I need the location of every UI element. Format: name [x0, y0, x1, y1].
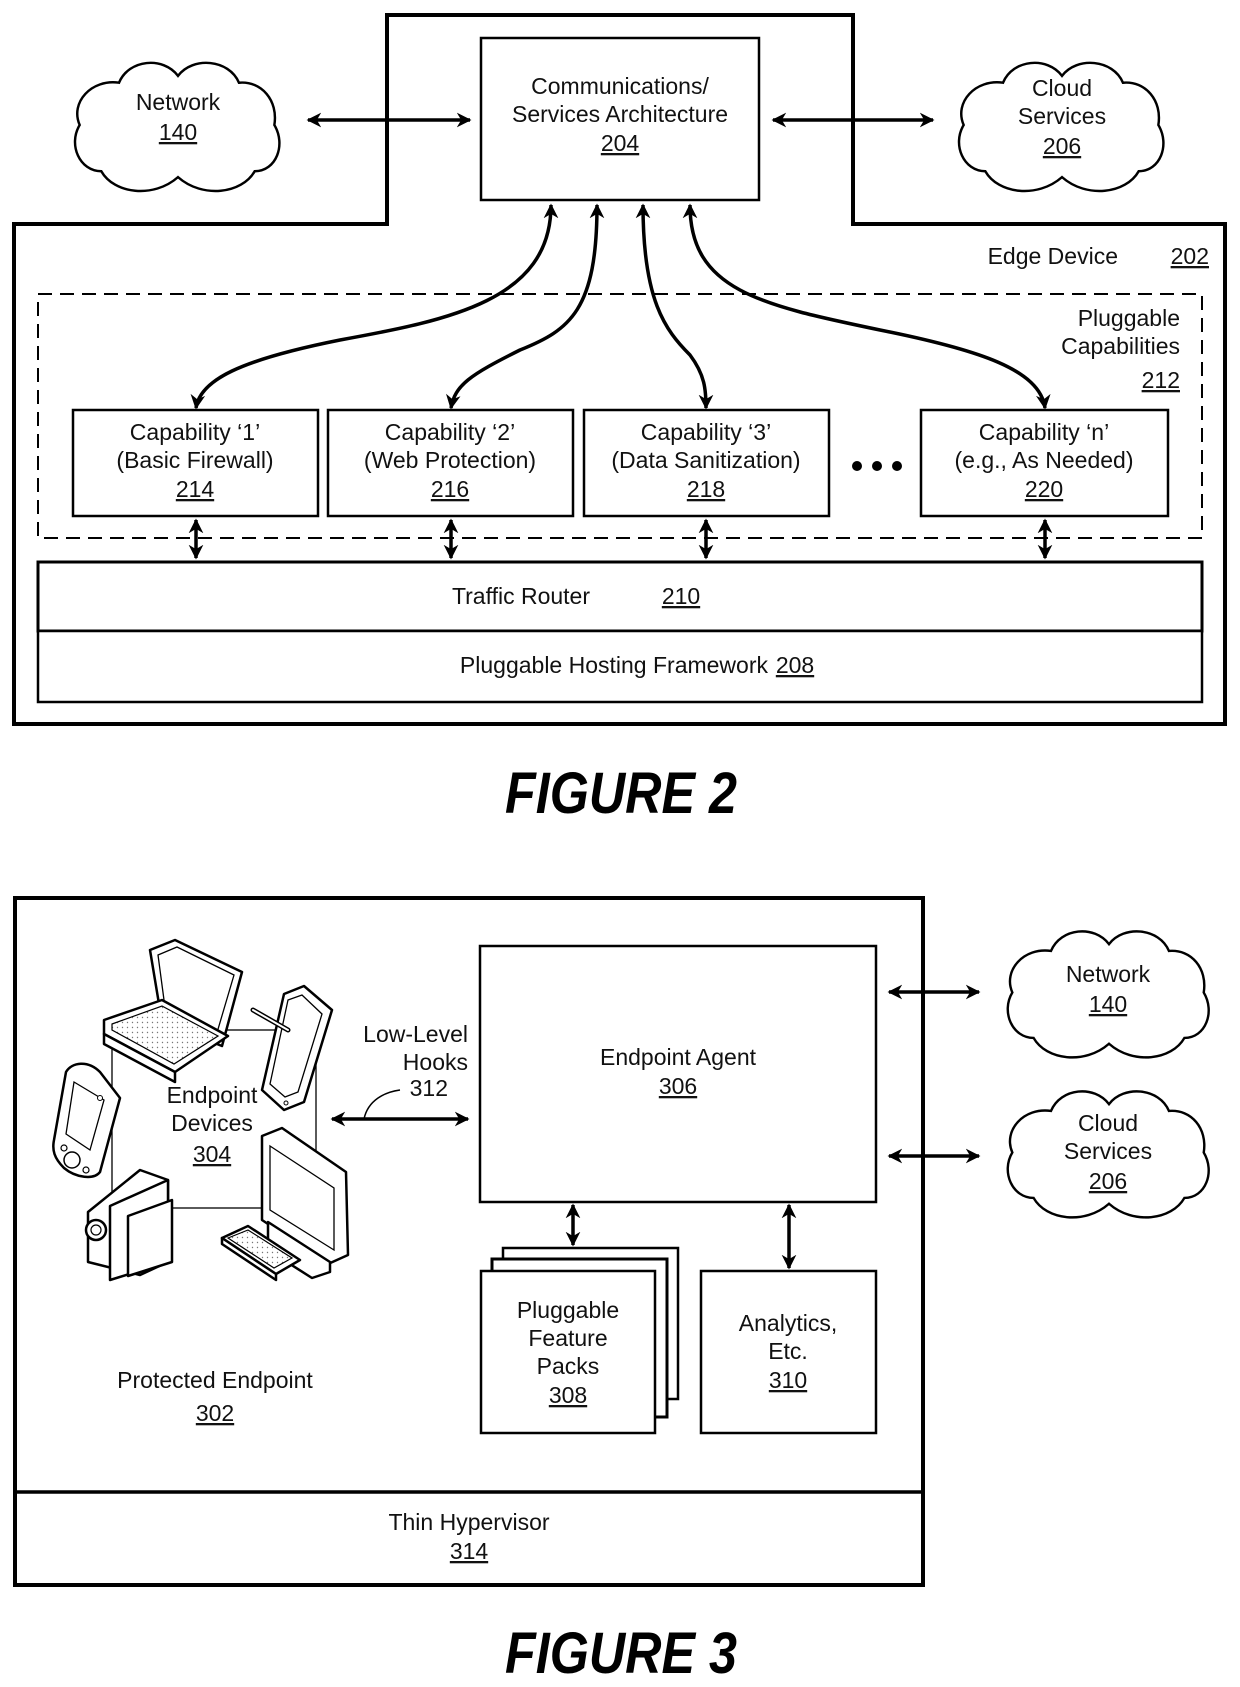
comm-cap3-arrow [635, 203, 714, 410]
comm-capn-arrow [682, 203, 1051, 410]
thin-hypervisor-label: Thin Hypervisor [388, 1509, 549, 1535]
comm-arch-ref: 204 [601, 130, 640, 156]
traffic-router-box: Traffic Router 210 [36, 560, 1204, 633]
endpoint-agent-box: Endpoint Agent 306 [478, 944, 878, 1204]
capability-box-1: Capability ‘1’ (Basic Firewall) 214 [71, 408, 320, 518]
feature-packs-line2: Feature [528, 1325, 607, 1351]
tablet-icon [250, 984, 334, 1112]
capability-subtitle: (Basic Firewall) [116, 447, 273, 473]
capability-title: Capability ‘3’ [641, 419, 771, 445]
cloud-services-ref: 206 [1089, 1168, 1127, 1194]
low-level-hooks: Low-Level Hooks 312 [330, 1021, 470, 1127]
capability-ref: 218 [687, 476, 725, 502]
endpoint-devices-line2: Devices [171, 1110, 253, 1136]
thin-hypervisor-ref: 314 [450, 1538, 489, 1564]
capability-subtitle: (Web Protection) [364, 447, 536, 473]
capability-box-n: Capability ‘n’ (e.g., As Needed) 220 [919, 408, 1170, 518]
feature-packs-ref: 308 [549, 1382, 587, 1408]
figure-2: Edge Device 202 Network 140 Communicatio… [12, 13, 1227, 826]
feature-packs-line1: Pluggable [517, 1297, 619, 1323]
pluggable-capabilities-line1: Pluggable [1078, 305, 1180, 331]
laptop-icon [102, 938, 244, 1084]
pda-icon [52, 1062, 122, 1179]
comm-arch-line2: Services Architecture [512, 101, 728, 127]
camcorder-icon [84, 1168, 174, 1282]
network-cloud: Network 140 [73, 61, 281, 193]
network-cloud: Network 140 [1006, 930, 1210, 1059]
desktop-monitor-icon [220, 1126, 350, 1282]
capability-ref: 220 [1025, 476, 1063, 502]
capability-title: Capability ‘2’ [385, 419, 515, 445]
patent-figures: Edge Device 202 Network 140 Communicatio… [12, 13, 1227, 1686]
figure-3: Endpoint Devices 304 Low-Level Hooks 312… [13, 896, 1210, 1686]
traffic-router-label: Traffic Router [452, 583, 590, 609]
edge-device-ref: 202 [1171, 243, 1209, 269]
capability-ref: 216 [431, 476, 469, 502]
capability-subtitle: (Data Sanitization) [611, 447, 800, 473]
cloud-services-ref: 206 [1043, 133, 1081, 159]
analytics-line1: Analytics, [739, 1310, 837, 1336]
pluggable-capabilities-line2: Capabilities [1061, 333, 1180, 359]
pluggable-capabilities-ref: 212 [1142, 367, 1180, 393]
analytics-line2: Etc. [768, 1338, 808, 1364]
figure-3-caption: FIGURE 3 [505, 1621, 737, 1686]
analytics-ref: 310 [769, 1367, 807, 1393]
hosting-framework-box: Pluggable Hosting Framework 208 [36, 629, 1204, 704]
ellipsis-dots [852, 461, 902, 471]
cloud-services-line2: Services [1018, 103, 1106, 129]
communications-architecture-box: Communications/ Services Architecture 20… [479, 36, 761, 202]
hooks-leader-line [363, 1089, 401, 1120]
capability-box-3: Capability ‘3’ (Data Sanitization) 218 [582, 408, 831, 518]
edge-device-label: Edge Device [988, 243, 1118, 269]
protected-endpoint-label: Protected Endpoint [117, 1367, 313, 1393]
figure-2-caption: FIGURE 2 [505, 761, 737, 826]
comm-arch-line1: Communications/ [531, 73, 709, 99]
endpoint-agent-ref: 306 [659, 1073, 697, 1099]
network-ref: 140 [159, 119, 197, 145]
network-ref: 140 [1089, 991, 1127, 1017]
cloud-services-line1: Cloud [1078, 1110, 1138, 1136]
capability-box-2: Capability ‘2’ (Web Protection) 216 [326, 408, 575, 518]
capability-subtitle: (e.g., As Needed) [955, 447, 1134, 473]
cloud-services-cloud: Cloud Services 206 [1006, 1090, 1210, 1219]
comm-cap1-arrow [190, 203, 559, 410]
endpoint-agent-label: Endpoint Agent [600, 1044, 757, 1070]
feature-packs-line3: Packs [537, 1353, 600, 1379]
hooks-line2: Hooks [403, 1049, 468, 1075]
hooks-ref: 312 [410, 1075, 448, 1101]
capability-title: Capability ‘1’ [130, 419, 260, 445]
feature-packs-stack: Pluggable Feature Packs 308 [479, 1246, 680, 1435]
traffic-router-ref: 210 [662, 583, 700, 609]
hooks-line1: Low-Level [363, 1021, 468, 1047]
analytics-box: Analytics, Etc. 310 [699, 1269, 878, 1435]
protected-endpoint-ref: 302 [196, 1400, 234, 1426]
capability-title: Capability ‘n’ [979, 419, 1109, 445]
endpoint-devices-illustration: Endpoint Devices 304 [52, 938, 350, 1282]
endpoint-devices-ref: 304 [193, 1141, 232, 1167]
network-label: Network [1066, 961, 1151, 987]
hosting-framework-ref: 208 [776, 652, 814, 678]
capability-ref: 214 [176, 476, 215, 502]
cloud-services-line2: Services [1064, 1138, 1152, 1164]
cloud-services-cloud: Cloud Services 206 [957, 61, 1165, 193]
endpoint-devices-line1: Endpoint [167, 1082, 258, 1108]
network-label: Network [136, 89, 221, 115]
cloud-services-line1: Cloud [1032, 75, 1092, 101]
hosting-framework-label: Pluggable Hosting Framework [460, 652, 769, 678]
